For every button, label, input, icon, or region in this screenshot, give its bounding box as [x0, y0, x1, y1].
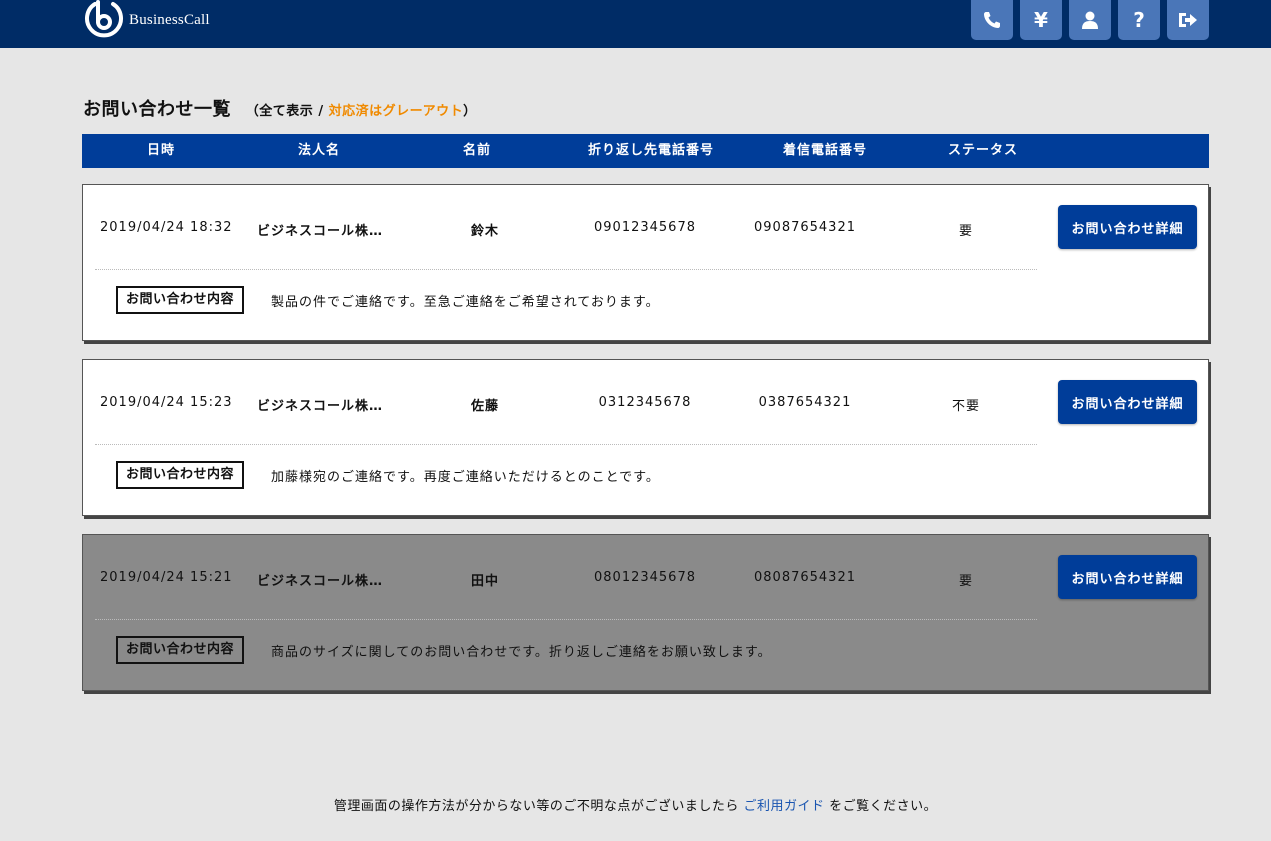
row-callback-number: 08012345678: [594, 570, 696, 585]
yen-icon: ¥: [1034, 8, 1048, 32]
row-divider: [95, 269, 1037, 270]
top-bar: BusinessCall ¥ ?: [0, 0, 1271, 48]
row-status: 要: [958, 574, 974, 589]
row-callback-number: 0312345678: [598, 395, 692, 410]
subtitle-open-paren: （: [245, 104, 260, 119]
subtitle-slash: /: [313, 104, 329, 119]
column-header-callback-number: 折り返し先電話番号: [587, 143, 715, 158]
inquiry-row: 2019/04/24 18:32 ビジネスコール株… 鈴木 0901234567…: [82, 184, 1209, 341]
logout-icon: [1179, 13, 1197, 27]
help-icon: ?: [1133, 8, 1145, 32]
row-datetime: 2019/04/24 15:21: [100, 570, 233, 585]
logo-icon: [85, 0, 123, 38]
row-divider: [95, 444, 1037, 445]
row-company: ビジネスコール株…: [256, 574, 384, 589]
inquiry-row-grayed: 2019/04/24 15:21 ビジネスコール株… 田中 0801234567…: [82, 534, 1209, 691]
header-nav: ¥ ?: [971, 0, 1209, 40]
column-header-incoming-number: 着信電話番号: [782, 143, 868, 158]
footer-text-pre: 管理画面の操作方法が分からない等のご不明な点がございましたら: [333, 799, 744, 814]
brand-name: BusinessCall: [129, 11, 210, 28]
inquiry-detail-button[interactable]: お問い合わせ詳細: [1058, 205, 1197, 249]
logo[interactable]: BusinessCall: [84, 0, 210, 40]
row-name: 佐藤: [470, 399, 500, 414]
row-status: 不要: [951, 399, 981, 414]
row-datetime: 2019/04/24 18:32: [100, 220, 233, 235]
column-header-datetime: 日時: [146, 143, 176, 158]
row-divider: [95, 619, 1037, 620]
billing-button[interactable]: ¥: [1020, 0, 1062, 40]
row-callback-number: 09012345678: [594, 220, 696, 235]
inquiry-content-label: お問い合わせ内容: [116, 636, 245, 664]
account-button[interactable]: [1069, 0, 1111, 40]
table-header: 日時 法人名 名前 折り返し先電話番号 着信電話番号 ステータス: [82, 134, 1209, 168]
page-title: お問い合わせ一覧 （全て表示 / 対応済はグレーアウト）: [83, 95, 477, 121]
phone-icon: [984, 12, 1000, 28]
inquiry-content-text: 加藤様宛のご連絡です。再度ご連絡いただけるとのことです。: [271, 470, 660, 485]
row-company: ビジネスコール株…: [256, 224, 384, 239]
footer-text-post: をご覧ください。: [824, 799, 938, 814]
row-status: 要: [958, 224, 974, 239]
help-button[interactable]: ?: [1118, 0, 1160, 40]
inquiry-content-text: 商品のサイズに関してのお問い合わせです。折り返しご連絡をお願い致します。: [271, 645, 772, 660]
column-header-name: 名前: [462, 143, 492, 158]
page-subtitle: （全て表示 / 対応済はグレーアウト）: [246, 104, 477, 119]
inquiry-content-label: お問い合わせ内容: [116, 461, 245, 489]
row-incoming-number: 0387654321: [758, 395, 852, 410]
grayed-out-note: 対応済はグレーアウト: [328, 104, 464, 119]
inquiry-content-text: 製品の件でご連絡です。至急ご連絡をご希望されております。: [271, 295, 660, 310]
column-header-company: 法人名: [297, 143, 341, 158]
show-all-text: 全て表示: [259, 104, 314, 119]
page-title-text: お問い合わせ一覧: [83, 99, 231, 120]
logout-button[interactable]: [1167, 0, 1209, 40]
column-header-status: ステータス: [947, 143, 1019, 158]
row-incoming-number: 08087654321: [754, 570, 856, 585]
inquiry-row: 2019/04/24 15:23 ビジネスコール株… 佐藤 0312345678…: [82, 359, 1209, 516]
inquiry-detail-button[interactable]: お問い合わせ詳細: [1058, 555, 1197, 599]
subtitle-close-paren: ）: [463, 104, 477, 119]
user-guide-link[interactable]: ご利用ガイド: [743, 799, 824, 814]
user-icon: [1082, 11, 1098, 29]
row-company: ビジネスコール株…: [256, 399, 384, 414]
footer-help-text: 管理画面の操作方法が分からない等のご不明な点がございましたら ご利用ガイド をご…: [0, 795, 1271, 814]
row-incoming-number: 09087654321: [754, 220, 856, 235]
phone-button[interactable]: [971, 0, 1013, 40]
row-datetime: 2019/04/24 15:23: [100, 395, 233, 410]
inquiry-content-label: お問い合わせ内容: [116, 286, 245, 314]
row-name: 鈴木: [470, 224, 500, 239]
inquiry-detail-button[interactable]: お問い合わせ詳細: [1058, 380, 1197, 424]
row-name: 田中: [470, 574, 500, 589]
